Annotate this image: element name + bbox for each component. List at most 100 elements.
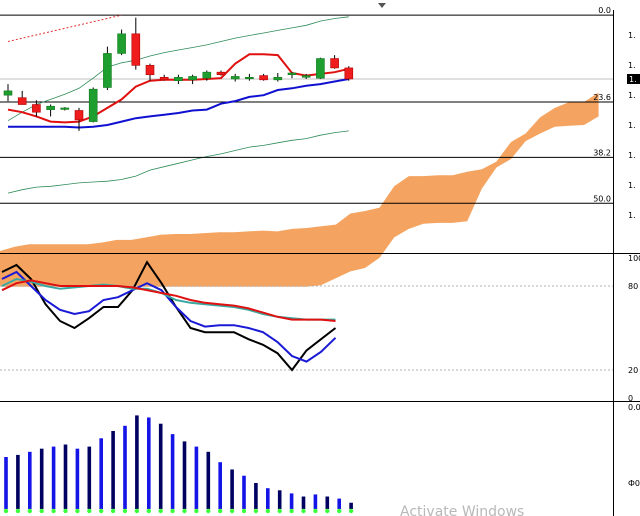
candle xyxy=(316,57,325,79)
candle xyxy=(32,100,41,117)
candle-body xyxy=(230,76,240,80)
candle xyxy=(46,104,55,117)
histogram-dot xyxy=(39,508,44,514)
histogram-dot xyxy=(348,508,354,514)
candle-body xyxy=(344,67,354,80)
histogram-dot xyxy=(110,508,116,514)
candle xyxy=(245,73,254,81)
fib-level-label: 23.6 xyxy=(593,93,611,102)
histogram-bar xyxy=(4,457,8,509)
stoch-tick-label: 100 xyxy=(628,254,640,263)
candle-body xyxy=(273,76,283,81)
candle-body xyxy=(330,58,339,69)
candle-body xyxy=(103,53,112,88)
histogram-bar xyxy=(158,423,163,509)
histogram-dot xyxy=(27,508,32,514)
candle xyxy=(88,87,98,123)
fib-level-label: 38.2 xyxy=(593,148,611,157)
candle-body xyxy=(131,33,141,66)
histogram-bar xyxy=(182,441,187,509)
candle xyxy=(3,84,13,102)
histogram-dot xyxy=(170,508,175,514)
histogram-bar xyxy=(111,431,115,509)
histogram-bar xyxy=(349,502,353,509)
candle-body xyxy=(32,104,41,113)
histogram-dot xyxy=(265,508,270,514)
histogram-bar xyxy=(123,425,127,509)
histogram-bar xyxy=(218,462,222,509)
candle xyxy=(103,46,112,91)
histogram-dot xyxy=(75,508,80,514)
stoch-tick-label: 80 xyxy=(628,282,638,291)
histogram-bar xyxy=(206,451,211,509)
candle-body xyxy=(287,72,297,76)
histogram-dot xyxy=(194,508,199,514)
fib-level-label: 50.0 xyxy=(593,194,611,203)
candle-body xyxy=(88,88,98,122)
candle xyxy=(259,73,268,81)
histogram-dot xyxy=(134,508,140,514)
candle-body xyxy=(17,97,27,105)
histogram-bar xyxy=(63,444,68,509)
histogram-bar xyxy=(242,475,246,509)
windows-watermark: Activate Windows xyxy=(400,504,524,516)
price-tick-label: 1. xyxy=(628,31,636,40)
histogram-dot xyxy=(87,508,92,514)
candle-body xyxy=(301,75,311,78)
candle xyxy=(131,17,141,70)
candle-body xyxy=(259,75,268,81)
candle-body xyxy=(188,76,197,81)
candle-body xyxy=(245,76,254,80)
histogram-bar xyxy=(87,446,92,509)
candle xyxy=(17,90,27,105)
price-tick-label: 1. xyxy=(628,91,636,100)
histogram-dot xyxy=(229,508,235,514)
histogram-bar xyxy=(266,488,270,509)
histogram-bar xyxy=(99,438,103,509)
candle xyxy=(344,66,354,81)
candle-body xyxy=(216,71,226,76)
lower-green-line xyxy=(7,130,349,194)
trading-chart: 0.0 23.6 38.2 50.0 1. 1. 1. 1. 1. 1. 1. 1. 100 80 20 0… xyxy=(0,3,640,516)
candle xyxy=(230,73,240,82)
histogram-dot xyxy=(277,508,282,514)
price-tick-label: 1. xyxy=(628,121,636,130)
hist-tick-label: Ф0 xyxy=(628,479,640,488)
histogram-dot xyxy=(182,508,187,514)
histogram-bar xyxy=(337,498,341,509)
histogram-bar xyxy=(254,483,258,509)
dotted-trendline xyxy=(7,14,122,42)
price-tick-label: 1. xyxy=(628,181,636,190)
upper-green-band xyxy=(7,16,349,122)
histogram-dot xyxy=(158,508,163,514)
histogram-dot xyxy=(15,508,21,514)
candle-body xyxy=(145,65,155,76)
candle-body xyxy=(316,58,325,79)
histogram-bar xyxy=(28,451,32,509)
histogram-bar xyxy=(75,448,80,509)
histogram-bar xyxy=(325,496,330,509)
histogram-bar xyxy=(16,454,20,509)
histogram-bar xyxy=(230,469,234,509)
histogram-bar xyxy=(313,494,318,509)
candle xyxy=(159,74,169,81)
candle-body xyxy=(74,110,84,121)
histogram-dot xyxy=(122,508,128,514)
stoch-tick-label: 20 xyxy=(628,366,638,375)
candle-body xyxy=(159,76,169,81)
histogram-dot xyxy=(63,508,68,514)
histogram-dot xyxy=(3,508,9,514)
candle-body xyxy=(174,76,183,81)
histogram-dot xyxy=(337,508,342,514)
blue-moving-average xyxy=(8,78,349,129)
candle-body xyxy=(202,71,212,79)
candle-body xyxy=(60,107,70,110)
histogram-bar xyxy=(147,417,151,509)
candle xyxy=(145,63,155,81)
candle-body xyxy=(117,33,126,54)
hist-tick-label: 0.0 xyxy=(628,403,640,412)
shift-marker-icon xyxy=(378,3,386,8)
current-price-label: 1. xyxy=(629,75,637,84)
histogram-dot xyxy=(241,508,247,514)
histogram-dot xyxy=(99,508,104,514)
